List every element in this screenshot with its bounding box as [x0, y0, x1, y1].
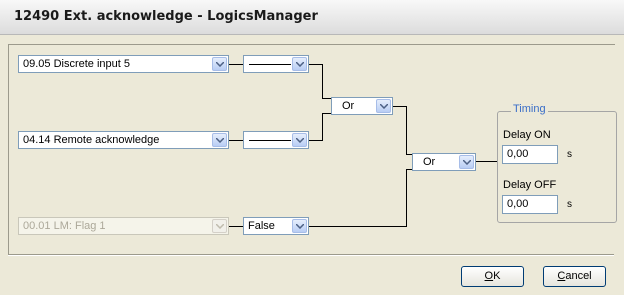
- input-signal-2-combo[interactable]: 04.14 Remote acknowledge: [18, 131, 229, 149]
- chevron-down-icon[interactable]: [292, 133, 307, 147]
- bottom-separator: [8, 254, 614, 256]
- wire-gate1-gate2: [392, 106, 413, 155]
- chevron-down-icon[interactable]: [212, 133, 227, 147]
- operator-1-combo[interactable]: [243, 55, 309, 73]
- input-signal-3-combo: 00.01 LM: Flag 1: [18, 217, 229, 235]
- delay-off-unit: s: [567, 199, 572, 210]
- gate-1-combo[interactable]: Or: [331, 97, 393, 115]
- chevron-down-icon[interactable]: [292, 57, 307, 71]
- gate-2-combo[interactable]: Or: [412, 153, 476, 171]
- cancel-button[interactable]: Cancel: [543, 266, 606, 287]
- ok-label-rest: K: [493, 270, 501, 282]
- operator-3-value: False: [248, 220, 275, 232]
- wire-op1-gate1: [308, 64, 332, 99]
- delay-on-input[interactable]: 0,00: [502, 145, 558, 164]
- chevron-down-icon: [212, 219, 227, 233]
- input-signal-1-combo[interactable]: 09.05 Discrete input 5: [18, 55, 229, 73]
- ok-accelerator: O: [484, 270, 494, 282]
- logicsmanager-dialog: 12490 Ext. acknowledge - LogicsManager 0…: [0, 0, 624, 295]
- timing-group-title: Timing: [511, 103, 548, 115]
- cancel-label-rest: ancel: [565, 270, 592, 282]
- delay-off-input[interactable]: 0,00: [502, 195, 558, 214]
- input-signal-1-value: 09.05 Discrete input 5: [23, 58, 131, 70]
- delay-on-label: Delay ON: [503, 129, 551, 141]
- delay-off-label: Delay OFF: [503, 179, 557, 191]
- gate-2-value: Or: [423, 156, 436, 168]
- operator-3-combo[interactable]: False: [243, 217, 309, 235]
- delay-on-unit: s: [567, 149, 572, 160]
- line-operator-icon: [249, 140, 291, 141]
- operator-2-combo[interactable]: [243, 131, 309, 149]
- input-signal-3-value: 00.01 LM: Flag 1: [23, 220, 106, 232]
- delay-on-value: 0,00: [507, 148, 529, 160]
- chevron-down-icon[interactable]: [292, 219, 307, 233]
- chevron-down-icon[interactable]: [459, 155, 474, 169]
- wire-op3-gate2: [308, 169, 413, 227]
- ok-button[interactable]: OK: [461, 266, 524, 287]
- gate-1-value: Or: [342, 100, 355, 112]
- input-signal-2-value: 04.14 Remote acknowledge: [23, 134, 160, 146]
- line-operator-icon: [249, 64, 291, 65]
- wire-op2-gate1: [308, 113, 332, 141]
- chevron-down-icon[interactable]: [212, 57, 227, 71]
- chevron-down-icon[interactable]: [376, 99, 391, 113]
- delay-off-value: 0,00: [507, 198, 529, 210]
